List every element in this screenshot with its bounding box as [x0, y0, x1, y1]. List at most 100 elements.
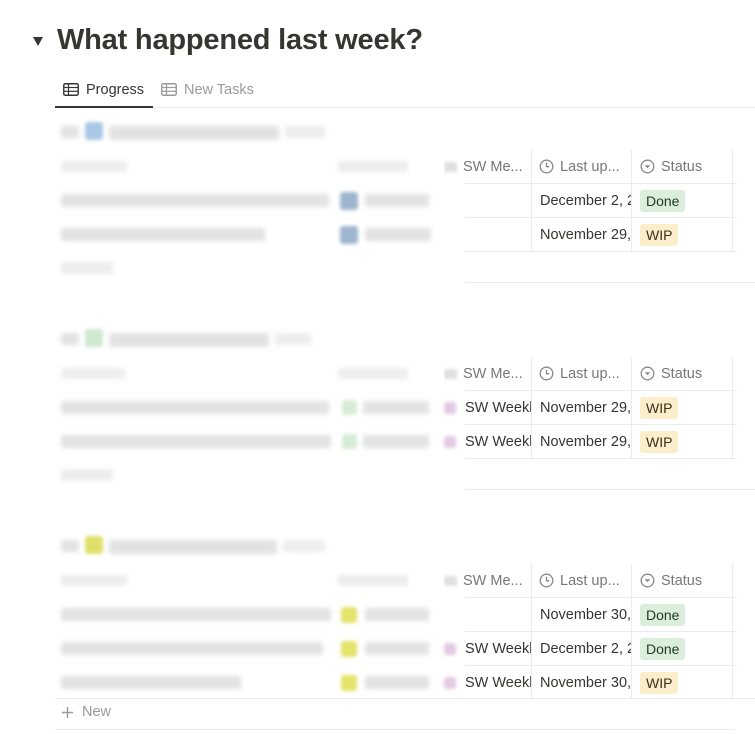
relation-icon: [444, 368, 457, 379]
redacted-group-toggle: [61, 540, 79, 552]
add-new-row-button[interactable]: New: [61, 704, 111, 720]
table-header-row: SW Me... Last up... Status: [55, 564, 755, 598]
column-divider: [631, 357, 632, 458]
table-row[interactable]: SW Weekl November 29, WIP: [55, 391, 755, 424]
column-divider: [531, 564, 532, 698]
meeting-cell[interactable]: SW Weekl: [465, 666, 531, 699]
column-divider: [531, 357, 532, 458]
last-updated-cell: November 29,: [540, 226, 631, 243]
divider: [55, 698, 755, 699]
plus-icon: [62, 706, 73, 718]
column-header-label: Status: [661, 572, 703, 589]
table-row[interactable]: November 29, WIP: [55, 218, 755, 251]
redacted-new-row[interactable]: [61, 262, 113, 274]
tab-label: New Tasks: [184, 81, 254, 98]
column-header-last-updated[interactable]: Last up...: [539, 564, 634, 597]
meeting-cell[interactable]: [465, 184, 531, 217]
page-title: What happened last week?: [57, 24, 423, 56]
table-row[interactable]: SW Weekl November 29, WIP: [55, 425, 755, 458]
divider: [465, 458, 737, 459]
status-cell[interactable]: Done: [640, 632, 732, 665]
tab-label: Progress: [86, 81, 145, 98]
table-icon: [161, 83, 177, 96]
divider: [465, 489, 755, 490]
status-cell[interactable]: Done: [640, 598, 732, 631]
divider: [465, 282, 755, 283]
table-row[interactable]: December 2, 2 Done: [55, 184, 755, 217]
column-header-last-updated[interactable]: Last up...: [539, 357, 634, 390]
redacted-group-toggle: [61, 126, 79, 138]
status-cell[interactable]: WIP: [640, 391, 732, 424]
redacted-column-header: [338, 575, 408, 586]
status-badge: WIP: [640, 396, 679, 419]
last-updated-cell: December 2, 2: [540, 192, 631, 209]
meeting-cell[interactable]: SW Weekl: [465, 391, 531, 424]
column-header-meeting[interactable]: SW Me...: [444, 357, 529, 390]
redacted-assignee: [365, 676, 429, 689]
status-cell[interactable]: Done: [640, 184, 732, 217]
table-group: SW Me... Last up... Status November 30, …: [55, 532, 755, 702]
clock-icon: [539, 366, 554, 381]
relation-icon: [444, 575, 457, 586]
redacted-new-row[interactable]: [61, 469, 113, 481]
status-badge: Done: [640, 603, 686, 626]
table-icon: [63, 83, 79, 96]
status-badge: WIP: [640, 223, 679, 246]
table-header-row: SW Me... Last up... Status: [55, 150, 755, 184]
column-header-label: Status: [661, 365, 703, 382]
table-row[interactable]: November 30, Done: [55, 598, 755, 631]
meeting-cell[interactable]: SW Weekl: [465, 425, 531, 458]
redacted-task-name: [61, 642, 323, 655]
redacted-task-name: [61, 401, 329, 414]
last-updated-cell: December 2, 2: [540, 640, 631, 657]
status-badge: Done: [640, 637, 686, 660]
status-badge: WIP: [640, 671, 679, 694]
last-updated-cell: November 29,: [540, 399, 631, 416]
status-select-icon: [640, 159, 655, 174]
column-header-status[interactable]: Status: [640, 357, 740, 390]
table-row[interactable]: SW Weekl November 30, WIP: [55, 666, 755, 699]
redacted-assignee: [365, 608, 429, 621]
divider: [55, 729, 735, 730]
table-row[interactable]: SW Weekl December 2, 2 Done: [55, 632, 755, 665]
column-divider: [631, 564, 632, 698]
status-select-icon: [640, 573, 655, 588]
column-divider: [631, 150, 632, 251]
relation-icon: [444, 402, 456, 414]
redacted-group-name: [109, 126, 279, 140]
meeting-cell[interactable]: [465, 598, 531, 631]
redacted-assignee: [365, 642, 429, 655]
redacted-group-count: [285, 126, 325, 138]
redacted-column-header: [61, 575, 127, 586]
tab-new-tasks[interactable]: New Tasks: [161, 72, 254, 107]
column-header-label: Last up...: [560, 572, 620, 589]
column-divider: [732, 357, 733, 458]
table-group: SW Me... Last up... Status December 2, 2…: [55, 118, 755, 288]
column-header-status[interactable]: Status: [640, 150, 740, 183]
redacted-task-name: [61, 608, 331, 621]
column-header-label: SW Me...: [463, 158, 523, 175]
redacted-assignee: [365, 194, 429, 207]
meeting-cell[interactable]: [465, 218, 531, 251]
column-header-meeting[interactable]: SW Me...: [444, 150, 529, 183]
redacted-task-name: [61, 194, 329, 207]
redacted-column-header: [338, 161, 408, 172]
status-cell[interactable]: WIP: [640, 666, 732, 699]
column-header-label: Last up...: [560, 365, 620, 382]
meeting-cell[interactable]: SW Weekl: [465, 632, 531, 665]
column-header-last-updated[interactable]: Last up...: [539, 150, 634, 183]
column-header-status[interactable]: Status: [640, 564, 740, 597]
group-avatar: [85, 536, 103, 554]
collapse-toggle-icon[interactable]: [33, 37, 43, 46]
column-divider: [732, 564, 733, 698]
redacted-group-count: [275, 333, 311, 345]
redacted-task-name: [61, 435, 331, 448]
status-cell[interactable]: WIP: [640, 425, 732, 458]
redacted-group-count: [283, 540, 325, 552]
redacted-task-name: [61, 228, 265, 241]
tab-progress[interactable]: Progress: [63, 72, 144, 107]
status-cell[interactable]: WIP: [640, 218, 732, 251]
column-header-meeting[interactable]: SW Me...: [444, 564, 529, 597]
view-tabs: Progress New Tasks: [55, 72, 755, 108]
assignee-avatar: [342, 400, 357, 415]
